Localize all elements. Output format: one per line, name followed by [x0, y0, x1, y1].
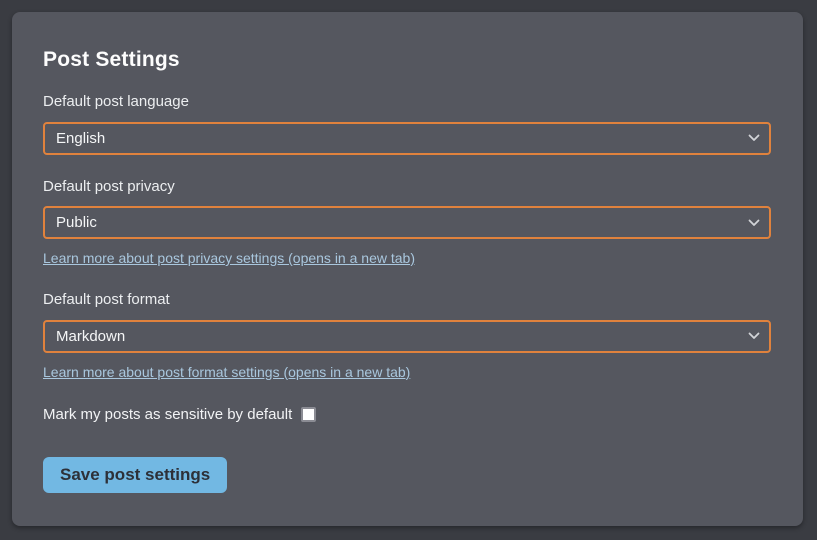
- privacy-select[interactable]: Public: [43, 206, 771, 239]
- format-help-link[interactable]: Learn more about post format settings (o…: [43, 363, 410, 381]
- field-group-privacy: Default post privacy Public Learn more a…: [43, 177, 771, 269]
- format-select[interactable]: Markdown: [43, 320, 771, 353]
- sensitive-checkbox-row: Mark my posts as sensitive by default: [43, 406, 771, 423]
- save-post-settings-button[interactable]: Save post settings: [43, 457, 227, 493]
- privacy-select-wrap: Public: [43, 206, 771, 239]
- field-group-language: Default post language English: [43, 92, 771, 155]
- privacy-label: Default post privacy: [43, 177, 771, 197]
- post-settings-panel: Post Settings Default post language Engl…: [12, 12, 803, 526]
- sensitive-checkbox[interactable]: [301, 407, 316, 422]
- format-select-wrap: Markdown: [43, 320, 771, 353]
- language-label: Default post language: [43, 92, 771, 112]
- language-select-wrap: English: [43, 122, 771, 155]
- privacy-help-link[interactable]: Learn more about post privacy settings (…: [43, 249, 415, 267]
- sensitive-label: Mark my posts as sensitive by default: [43, 406, 292, 423]
- format-label: Default post format: [43, 290, 771, 310]
- page-title: Post Settings: [43, 48, 771, 72]
- language-select[interactable]: English: [43, 122, 771, 155]
- field-group-format: Default post format Markdown Learn more …: [43, 290, 771, 382]
